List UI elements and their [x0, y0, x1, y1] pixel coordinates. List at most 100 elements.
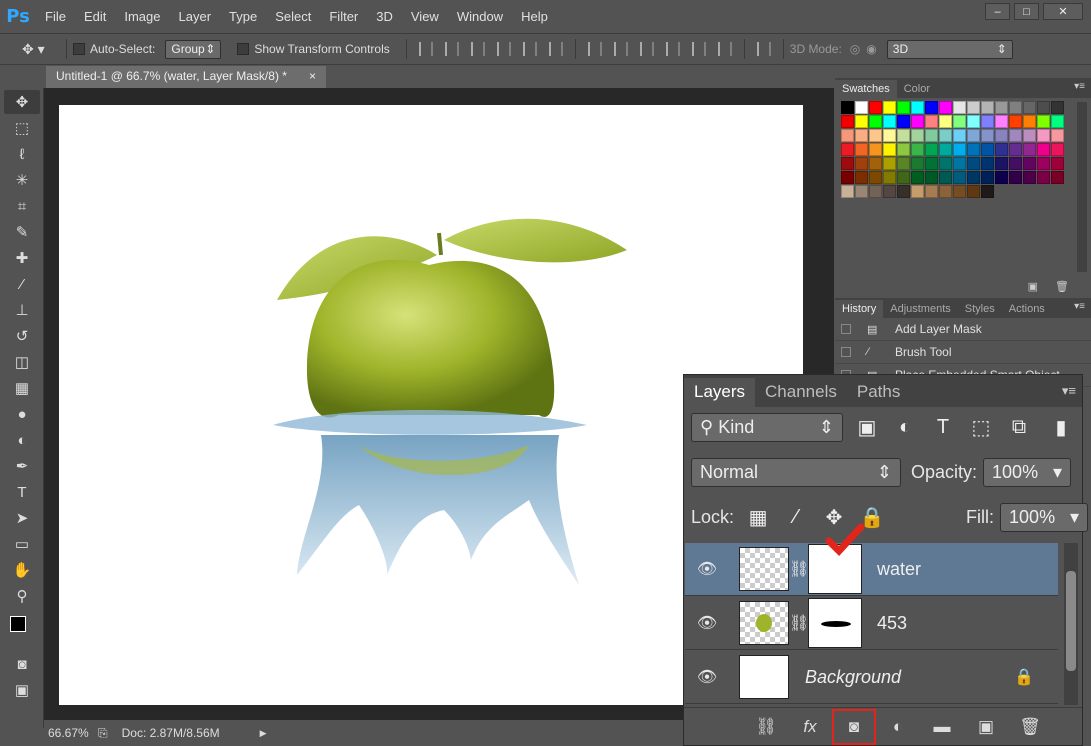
color-swatch[interactable] — [981, 171, 994, 184]
eraser-tool[interactable]: ◫ — [4, 350, 40, 374]
layer-row-background[interactable]: 👁 Background 🔒 — [685, 651, 1058, 704]
color-swatch[interactable] — [841, 157, 854, 170]
color-swatch[interactable] — [1037, 129, 1050, 142]
color-swatch[interactable] — [953, 143, 966, 156]
menu-window[interactable]: Window — [448, 9, 512, 24]
color-swatch[interactable] — [967, 129, 980, 142]
auto-select-checkbox[interactable] — [73, 43, 85, 55]
roll-3d-icon[interactable]: ◉ — [866, 42, 876, 56]
color-swatch[interactable] — [925, 115, 938, 128]
filter-adjustment-icon[interactable]: ◐ — [891, 415, 919, 441]
color-swatch[interactable] — [911, 129, 924, 142]
color-swatch[interactable] — [939, 157, 952, 170]
blur-tool[interactable]: ● — [4, 402, 40, 426]
color-swatch[interactable] — [1051, 143, 1064, 156]
color-swatch[interactable] — [869, 157, 882, 170]
visibility-eye-icon[interactable]: 👁 — [685, 613, 729, 633]
distribute-left-icon[interactable] — [665, 42, 680, 56]
color-swatch[interactable] — [911, 115, 924, 128]
history-checkbox[interactable] — [841, 347, 851, 357]
align-bottom-icon[interactable] — [470, 42, 485, 56]
add-mask-icon[interactable]: ◙ — [832, 708, 876, 745]
color-swatch[interactable] — [911, 171, 924, 184]
filter-toggle-icon[interactable]: ▮ — [1047, 415, 1075, 441]
color-swatch[interactable] — [953, 171, 966, 184]
color-swatch[interactable] — [939, 171, 952, 184]
hand-tool[interactable]: ✋ — [4, 558, 40, 582]
color-swatch[interactable] — [911, 101, 924, 114]
color-swatch[interactable] — [841, 129, 854, 142]
history-item[interactable]: ▤ Add Layer Mask — [835, 318, 1091, 341]
color-swatch[interactable] — [869, 101, 882, 114]
maximize-button[interactable]: □ — [1014, 3, 1039, 20]
menu-3d[interactable]: 3D — [367, 9, 402, 24]
history-brush-tool[interactable]: ↺ — [4, 324, 40, 348]
color-swatch[interactable] — [883, 129, 896, 142]
folder-icon[interactable]: ▬ — [920, 709, 964, 745]
color-swatch[interactable] — [911, 143, 924, 156]
menu-image[interactable]: Image — [115, 9, 169, 24]
tab-swatches[interactable]: Swatches — [835, 80, 897, 98]
show-transform-option[interactable]: Show Transform Controls — [237, 42, 390, 56]
distribute-right-icon[interactable] — [717, 42, 732, 56]
color-swatch[interactable] — [841, 101, 854, 114]
color-swatch[interactable] — [953, 129, 966, 142]
panel-menu-icon[interactable]: ▾≡ — [1074, 81, 1085, 92]
tab-color[interactable]: Color — [897, 80, 937, 98]
foreground-color[interactable] — [10, 616, 26, 632]
healing-brush-tool[interactable]: ✚ — [4, 246, 40, 270]
layer-mask-thumbnail[interactable] — [808, 598, 862, 648]
link-layers-icon[interactable]: ⛓ — [744, 709, 788, 745]
color-swatch[interactable] — [855, 171, 868, 184]
color-swatch[interactable] — [897, 143, 910, 156]
history-item[interactable]: ⁄ Brush Tool — [835, 341, 1091, 364]
filter-smartobject-icon[interactable]: ⧉ — [1005, 415, 1033, 441]
distribute-bottom-icon[interactable] — [639, 42, 654, 56]
orbit-3d-icon[interactable]: ◎ — [850, 42, 860, 56]
new-layer-icon[interactable]: ▣ — [964, 709, 1008, 745]
color-swatch[interactable] — [841, 185, 854, 198]
menu-help[interactable]: Help — [512, 9, 557, 24]
tab-styles[interactable]: Styles — [958, 300, 1002, 318]
color-swatch[interactable] — [1037, 115, 1050, 128]
tab-history[interactable]: History — [835, 300, 884, 318]
align-left-icon[interactable] — [496, 42, 511, 56]
visibility-eye-icon[interactable]: 👁 — [685, 667, 729, 687]
color-swatch[interactable] — [1009, 157, 1022, 170]
clone-stamp-tool[interactable]: ⊥ — [4, 298, 40, 322]
panel-menu-icon[interactable]: ▾≡ — [1062, 383, 1076, 399]
blend-mode-dropdown[interactable]: Normal ⇕ — [691, 458, 901, 487]
fill-field[interactable]: 100% ▾ — [1000, 503, 1089, 532]
color-swatch[interactable] — [967, 185, 980, 198]
crop-tool[interactable]: ⌗ — [4, 194, 40, 218]
color-swatch[interactable] — [995, 143, 1008, 156]
color-swatch[interactable] — [1023, 157, 1036, 170]
lock-transparent-icon[interactable]: ▦ — [744, 505, 772, 531]
color-swatch[interactable] — [855, 185, 868, 198]
layer-name[interactable]: water — [877, 559, 921, 580]
close-tab-icon[interactable]: × — [309, 69, 316, 85]
distribute-hcenter-icon[interactable] — [691, 42, 706, 56]
pen-tool[interactable]: ✒ — [4, 454, 40, 478]
color-swatch[interactable] — [953, 185, 966, 198]
filter-shape-icon[interactable]: ⬚ — [967, 415, 995, 441]
type-tool[interactable]: T — [4, 480, 40, 504]
swatches-scrollbar[interactable] — [1077, 102, 1087, 272]
path-selection-tool[interactable]: ➤ — [4, 506, 40, 530]
color-swatch[interactable] — [1051, 115, 1064, 128]
color-swatch[interactable] — [911, 185, 924, 198]
gradient-tool[interactable]: ▦ — [4, 376, 40, 400]
color-swatch[interactable] — [925, 171, 938, 184]
mask-link-icon[interactable]: ⛓ — [789, 613, 809, 633]
layer-thumbnail[interactable] — [739, 547, 789, 591]
layer-row-water[interactable]: 👁 ⛓ water — [685, 523, 1058, 596]
color-swatch[interactable] — [1037, 101, 1050, 114]
color-swatch[interactable] — [1051, 171, 1064, 184]
color-swatch[interactable] — [1051, 157, 1064, 170]
color-swatch[interactable] — [1023, 101, 1036, 114]
delete-swatch-icon[interactable]: 🗑 — [1055, 281, 1069, 293]
screen-mode-button[interactable]: ▣ — [4, 678, 40, 702]
distribute-vcenter-icon[interactable] — [613, 42, 628, 56]
tab-layers[interactable]: Layers — [684, 378, 756, 407]
color-swatch[interactable] — [925, 185, 938, 198]
